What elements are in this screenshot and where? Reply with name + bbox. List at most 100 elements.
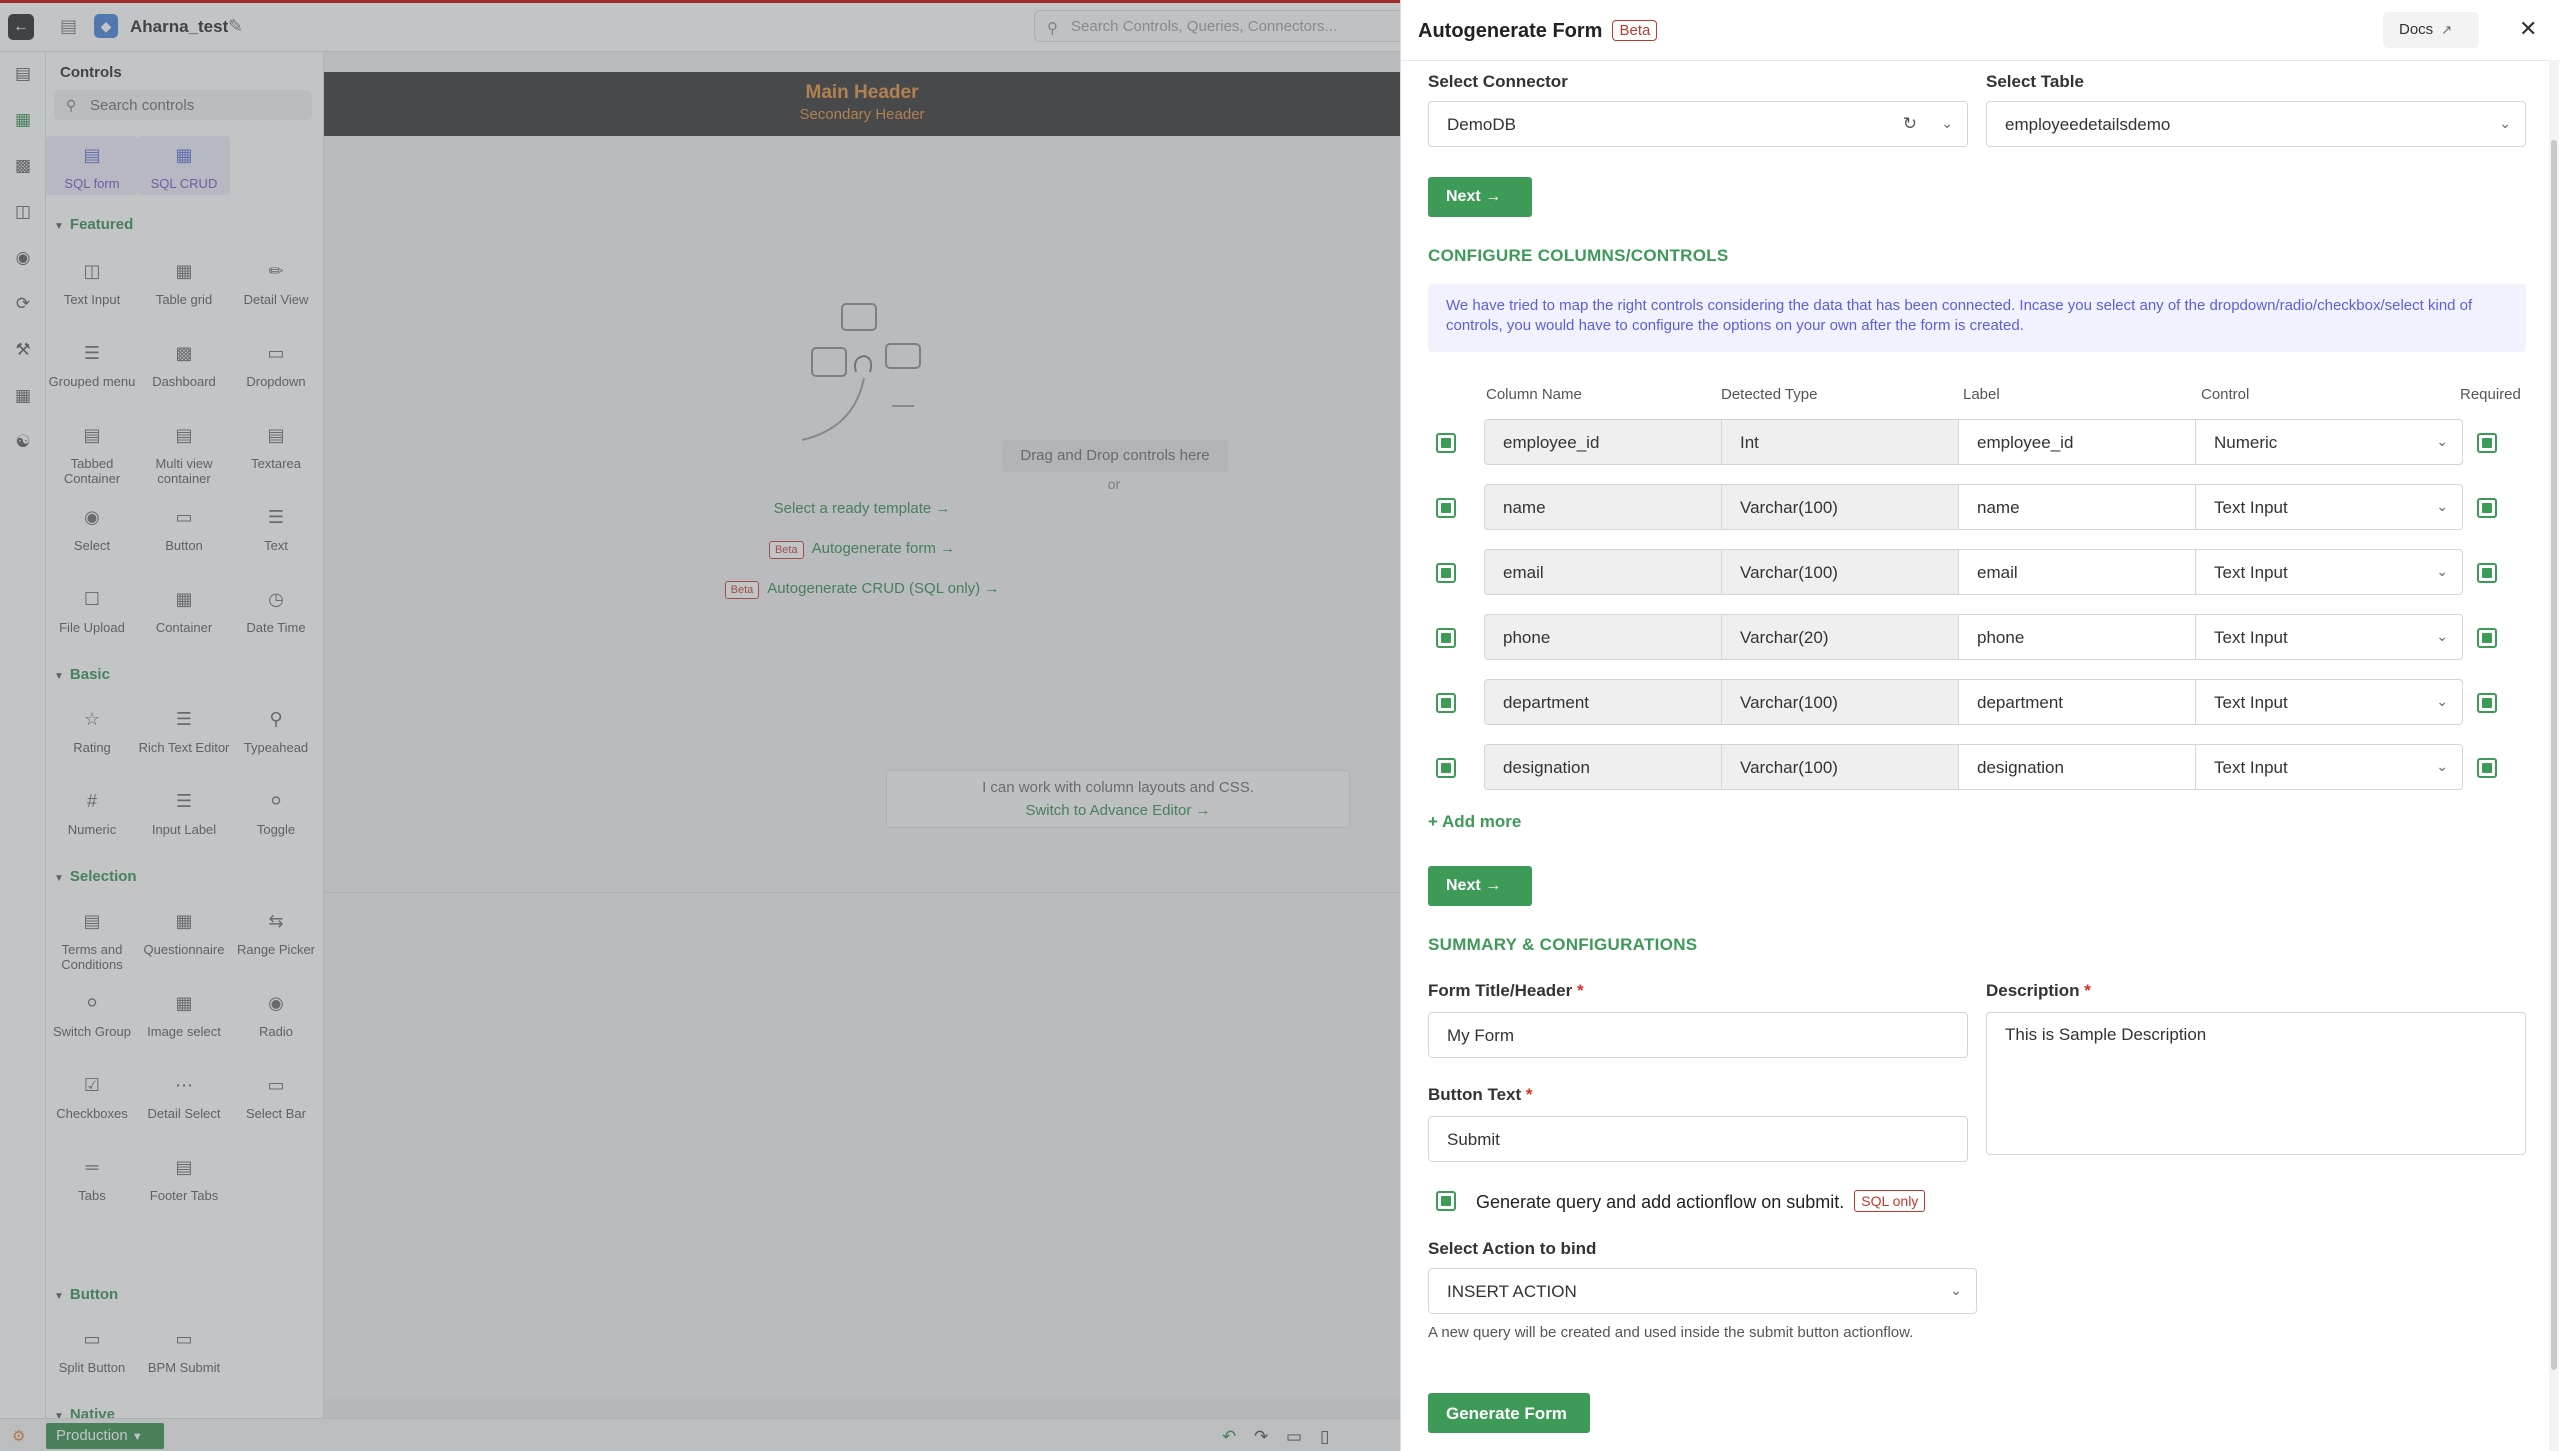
column-name-cell: department: [1484, 679, 1722, 725]
docs-label: Docs: [2399, 21, 2434, 38]
chevron-down-icon: ⌄: [2436, 498, 2448, 514]
next-label: Next: [1446, 188, 1481, 205]
add-more-button[interactable]: + Add more: [1428, 812, 1521, 832]
col-header-required: Required: [2460, 386, 2521, 403]
header-divider: [1401, 60, 2560, 61]
mapping-info-notice: We have tried to map the right controls …: [1428, 284, 2526, 352]
arrow-right-icon: →: [1485, 877, 1502, 894]
chevron-down-icon: ⌄: [2436, 563, 2448, 579]
include-checkbox[interactable]: [1436, 628, 1456, 648]
required-checkbox[interactable]: [2477, 563, 2497, 583]
form-title-label-text: Form Title/Header: [1428, 981, 1573, 1000]
action-value: INSERT ACTION: [1447, 1282, 1577, 1301]
next-button-connector[interactable]: Next →: [1428, 177, 1532, 217]
required-asterisk: *: [1525, 1085, 1533, 1104]
include-checkbox[interactable]: [1436, 433, 1456, 453]
control-value: Text Input: [2214, 758, 2288, 777]
generate-query-text: Generate query and add actionflow on sub…: [1476, 1192, 1845, 1212]
docs-button[interactable]: Docs ↗: [2383, 12, 2479, 48]
control-select[interactable]: Text Input ⌄: [2195, 614, 2463, 660]
configure-columns-title: CONFIGURE COLUMNS/CONTROLS: [1428, 246, 1729, 265]
connector-select[interactable]: DemoDB ↻ ⌄: [1428, 101, 1968, 147]
required-checkbox[interactable]: [2477, 628, 2497, 648]
required-checkbox[interactable]: [2477, 758, 2497, 778]
close-icon[interactable]: ✕: [2519, 16, 2537, 42]
required-checkbox[interactable]: [2477, 498, 2497, 518]
table-row: department Varchar(100) department Text …: [1428, 679, 2528, 725]
description-textarea[interactable]: This is Sample Description: [1986, 1012, 2526, 1155]
detected-type-cell: Varchar(100): [1721, 549, 1959, 595]
table-row: name Varchar(100) name Text Input ⌄: [1428, 484, 2528, 530]
app-root: ← ▤ ◆ Aharna_test ✎ ⚲ Search Controls, Q…: [0, 0, 2560, 1451]
form-title-label: Form Title/Header *: [1428, 981, 1584, 1001]
button-text-label-text: Button Text: [1428, 1085, 1522, 1104]
add-more-label: Add more: [1442, 812, 1522, 831]
control-select[interactable]: Numeric ⌄: [2195, 419, 2463, 465]
label-input[interactable]: email: [1958, 549, 2196, 595]
generate-query-label: Generate query and add actionflow on sub…: [1476, 1190, 1926, 1213]
external-link-icon: ↗: [2441, 22, 2453, 37]
table-row: employee_id Int employee_id Numeric ⌄: [1428, 419, 2528, 465]
generate-query-checkbox[interactable]: [1436, 1191, 1456, 1211]
column-name-cell: name: [1484, 484, 1722, 530]
select-connector-label: Select Connector: [1428, 72, 1568, 91]
chevron-down-icon: ⌄: [2436, 758, 2448, 774]
next-button-columns[interactable]: Next →: [1428, 866, 1532, 906]
col-header-label: Label: [1963, 386, 2000, 403]
column-name-cell: designation: [1484, 744, 1722, 790]
detected-type-cell: Varchar(100): [1721, 484, 1959, 530]
sql-only-badge: SQL only: [1854, 1190, 1926, 1212]
autogenerate-form-drawer: Autogenerate Form Beta Docs ↗ ✕ Select Con…: [1400, 0, 2560, 1451]
control-value: Text Input: [2214, 693, 2288, 712]
modal-title-text: Autogenerate Form: [1418, 20, 1603, 42]
beta-badge: Beta: [1612, 20, 1658, 41]
chevron-down-icon: ⌄: [2499, 115, 2511, 131]
control-select[interactable]: Text Input ⌄: [2195, 484, 2463, 530]
col-header-detected-type: Detected Type: [1721, 386, 1818, 403]
label-input[interactable]: employee_id: [1958, 419, 2196, 465]
next-label: Next: [1446, 877, 1481, 894]
summary-title: SUMMARY & CONFIGURATIONS: [1428, 935, 1698, 954]
detected-type-cell: Varchar(100): [1721, 679, 1959, 725]
required-asterisk: *: [2084, 981, 2091, 1000]
table-row: phone Varchar(20) phone Text Input ⌄: [1428, 614, 2528, 660]
refresh-icon[interactable]: ↻: [1903, 114, 1917, 134]
chevron-down-icon: ⌄: [1950, 1282, 1962, 1298]
include-checkbox[interactable]: [1436, 563, 1456, 583]
detected-type-cell: Varchar(100): [1721, 744, 1959, 790]
scrollbar-thumb[interactable]: [2551, 140, 2557, 1370]
col-header-column-name: Column Name: [1486, 386, 1582, 403]
chevron-down-icon: ⌄: [1941, 115, 1953, 131]
col-header-control: Control: [2201, 386, 2250, 403]
chevron-down-icon: ⌄: [2436, 433, 2448, 449]
label-input[interactable]: department: [1958, 679, 2196, 725]
column-name-cell: email: [1484, 549, 1722, 595]
select-action-label: Select Action to bind: [1428, 1239, 1597, 1258]
form-title-input[interactable]: My Form: [1428, 1012, 1968, 1058]
control-select[interactable]: Text Input ⌄: [2195, 744, 2463, 790]
include-checkbox[interactable]: [1436, 498, 1456, 518]
required-checkbox[interactable]: [2477, 693, 2497, 713]
column-name-cell: phone: [1484, 614, 1722, 660]
generate-form-button[interactable]: Generate Form: [1428, 1393, 1590, 1433]
control-value: Text Input: [2214, 563, 2288, 582]
modal-backdrop[interactable]: [0, 0, 1400, 1451]
action-hint: A new query will be created and used ins…: [1428, 1324, 1914, 1341]
table-select[interactable]: employeedetailsdemo ⌄: [1986, 101, 2526, 147]
column-name-cell: employee_id: [1484, 419, 1722, 465]
required-checkbox[interactable]: [2477, 433, 2497, 453]
control-select[interactable]: Text Input ⌄: [2195, 679, 2463, 725]
connector-value: DemoDB: [1447, 115, 1516, 134]
button-text-input[interactable]: Submit: [1428, 1116, 1968, 1162]
label-input[interactable]: designation: [1958, 744, 2196, 790]
include-checkbox[interactable]: [1436, 693, 1456, 713]
include-checkbox[interactable]: [1436, 758, 1456, 778]
control-select[interactable]: Text Input ⌄: [2195, 549, 2463, 595]
action-select[interactable]: INSERT ACTION ⌄: [1428, 1268, 1977, 1314]
label-input[interactable]: name: [1958, 484, 2196, 530]
control-value: Numeric: [2214, 433, 2278, 452]
label-input[interactable]: phone: [1958, 614, 2196, 660]
detected-type-cell: Varchar(20): [1721, 614, 1959, 660]
chevron-down-icon: ⌄: [2436, 628, 2448, 644]
description-label: Description *: [1986, 981, 2091, 1001]
